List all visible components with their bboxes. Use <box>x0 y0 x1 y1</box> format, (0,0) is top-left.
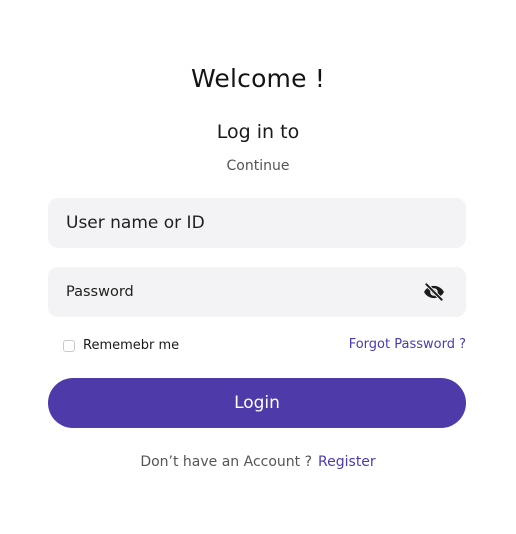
welcome-heading: Welcome ! <box>190 64 326 93</box>
eye-slash-icon[interactable] <box>422 280 446 304</box>
remember-label: Rememebr me <box>83 338 180 353</box>
forgot-password-link[interactable]: Forgot Password ? <box>349 337 466 352</box>
login-subtitle: Log in to <box>216 121 300 143</box>
login-button[interactable]: Login <box>48 378 466 428</box>
username-input[interactable] <box>66 213 448 233</box>
continue-caption: Continue <box>226 158 290 174</box>
password-input[interactable] <box>66 284 422 300</box>
signup-prompt: Don’t have an Account ? Register <box>0 454 516 470</box>
remember-me[interactable]: Rememebr me <box>63 338 179 353</box>
username-field[interactable] <box>48 198 466 248</box>
remember-checkbox[interactable] <box>63 339 75 352</box>
password-field[interactable] <box>48 267 466 317</box>
register-link[interactable]: Register <box>318 454 376 470</box>
signup-prompt-text: Don’t have an Account ? <box>140 454 313 470</box>
